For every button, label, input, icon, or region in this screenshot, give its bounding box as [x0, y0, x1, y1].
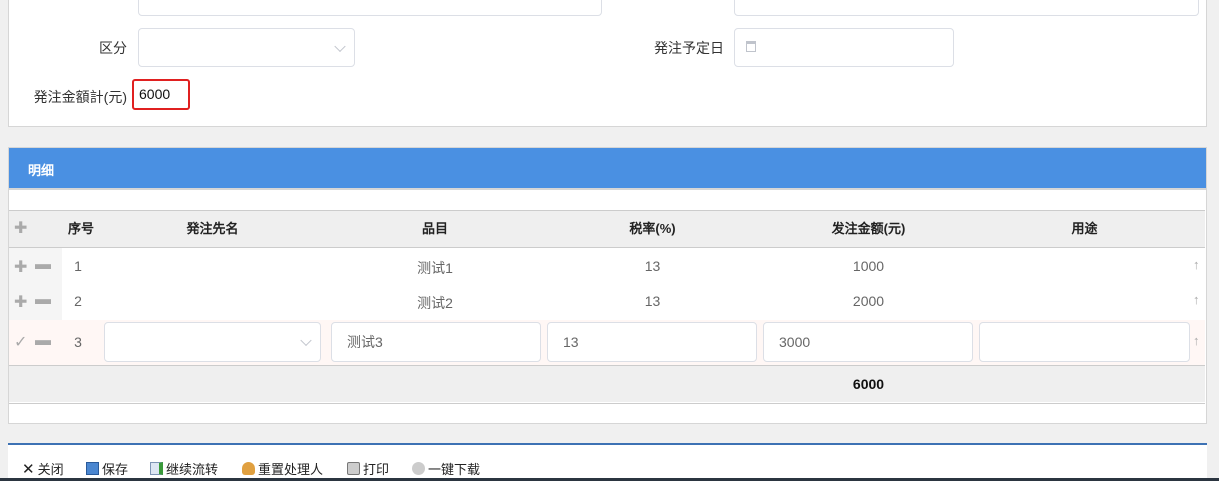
reset-handler-button[interactable]: 重置处理人 — [242, 459, 323, 478]
row-item: 测试1 — [417, 260, 453, 276]
table-row: ✚ ▬ 1 测试1 13 1000 ↑ — [9, 248, 1205, 320]
usage-input[interactable] — [979, 322, 1190, 362]
remove-row-icon[interactable]: ▬ — [35, 332, 51, 350]
print-button[interactable]: 打印 — [347, 459, 389, 478]
download-button[interactable]: 一键下载 — [412, 459, 480, 478]
save-button[interactable]: 保存 — [86, 459, 128, 478]
add-row-icon[interactable]: ✚ — [14, 257, 27, 277]
row-amount: 1000 — [852, 258, 885, 274]
row-item: 测试2 — [417, 295, 453, 311]
close-icon: ✕ — [22, 460, 35, 478]
col-usage: 用途 — [1071, 221, 1098, 236]
save-icon — [86, 462, 99, 475]
row-tax: 13 — [644, 293, 661, 309]
kubun-label: 区分 — [99, 40, 127, 56]
add-row-icon[interactable]: ✚ — [14, 218, 27, 238]
order-total-value: 6000 — [132, 79, 190, 110]
order-total-label: 発注金額計(元) — [33, 89, 127, 105]
col-tax: 税率(%) — [629, 221, 676, 236]
move-up-icon[interactable]: ↑ — [1193, 257, 1200, 272]
continue-button[interactable]: 继续流转 — [150, 459, 218, 478]
amount-input[interactable]: 3000 — [763, 322, 973, 362]
printer-icon — [347, 462, 360, 475]
move-up-icon[interactable]: ↑ — [1193, 292, 1200, 307]
table-row: ✚ ▬ 2 测试2 13 2000 ↑ — [9, 284, 1205, 320]
form-panel: 区分 発注予定日 発注金額計(元) 6000 — [8, 0, 1207, 127]
order-date-label: 発注予定日 — [654, 40, 724, 56]
total-amount: 6000 — [852, 376, 885, 392]
kubun-select[interactable] — [138, 28, 355, 67]
col-item: 品目 — [421, 221, 448, 236]
remove-row-icon[interactable]: ▬ — [35, 256, 51, 274]
detail-title: 明细 — [28, 163, 55, 178]
table-row-editing: ✓ ▬ 3 测试3 13 3000 ↑ — [9, 320, 1205, 366]
calendar-icon — [746, 41, 756, 52]
item-input[interactable]: 测试3 — [331, 322, 541, 362]
move-up-icon[interactable]: ↑ — [1193, 333, 1200, 348]
table-footer: 6000 — [9, 366, 1205, 402]
subject-input[interactable] — [138, 0, 602, 16]
users-icon — [242, 462, 255, 475]
col-supplier: 発注先名 — [186, 221, 239, 236]
confirm-row-icon[interactable]: ✓ — [14, 332, 27, 352]
row-no: 1 — [74, 258, 82, 274]
row-no: 2 — [74, 293, 82, 309]
detail-header: 明细 — [9, 148, 1206, 190]
row-no: 3 — [74, 334, 82, 350]
detail-table: ✚ 序号 発注先名 品目 税率(%) 发注金额(元) 用途 ✚ ▬ 1 测试1 … — [9, 210, 1205, 404]
supplier-select[interactable] — [104, 322, 321, 362]
row-amount: 2000 — [852, 293, 885, 309]
remove-row-icon[interactable]: ▬ — [35, 291, 51, 309]
table-header: ✚ 序号 発注先名 品目 税率(%) 发注金额(元) 用途 — [9, 211, 1205, 248]
chevron-down-icon — [300, 334, 312, 347]
close-button[interactable]: ✕ 关闭 — [22, 459, 64, 478]
chevron-down-icon — [334, 40, 346, 52]
col-amount: 发注金额(元) — [831, 221, 906, 236]
order-date-input[interactable] — [734, 28, 954, 67]
add-row-icon[interactable]: ✚ — [14, 292, 27, 312]
col-no: 序号 — [67, 221, 94, 236]
project-number-input[interactable] — [734, 0, 1199, 16]
row-tax: 13 — [644, 258, 661, 274]
cloud-download-icon — [412, 462, 425, 475]
forward-icon — [150, 462, 163, 475]
tax-input[interactable]: 13 — [547, 322, 757, 362]
